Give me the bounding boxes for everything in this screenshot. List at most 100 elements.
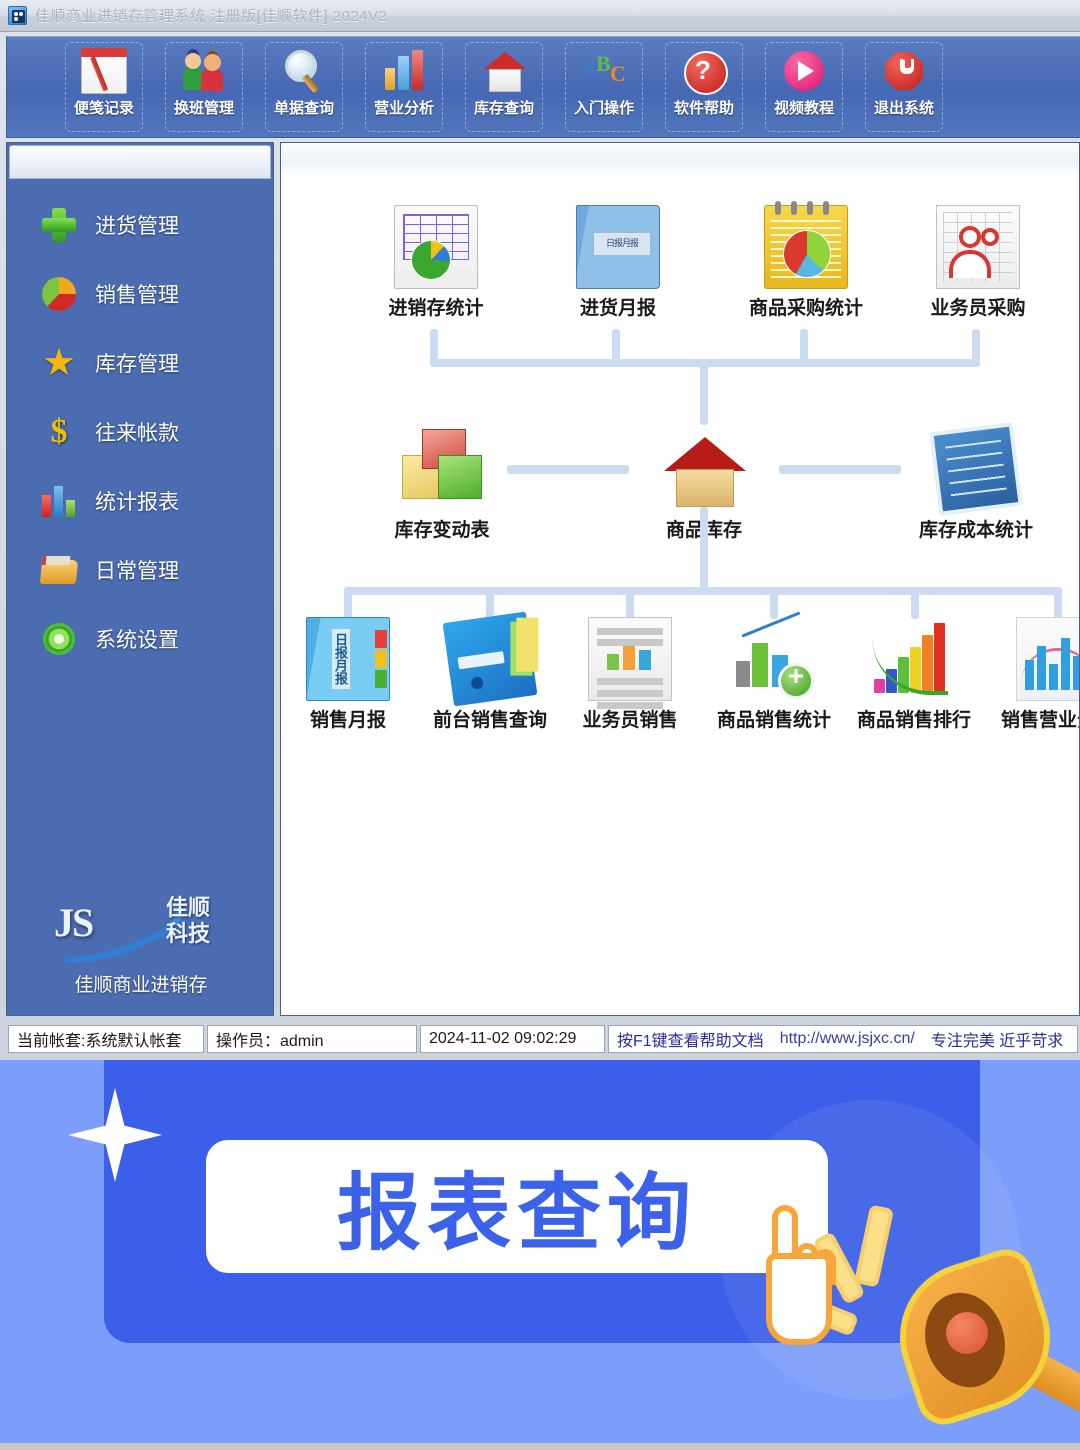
node-goods-purchase-stat[interactable]: 商品采购统计 bbox=[731, 201, 881, 320]
megaphone-icon bbox=[880, 1242, 1080, 1450]
node-label: 商品销售排行 bbox=[856, 710, 971, 731]
connector-bus bbox=[344, 587, 1062, 595]
content-panel: 进销存统计 进货月报 商品采购统计 业务员采购 bbox=[280, 142, 1080, 1016]
play-circle-icon bbox=[781, 48, 827, 94]
connector bbox=[430, 329, 438, 363]
connector bbox=[507, 465, 629, 474]
sidebar-item-sales[interactable]: 销售管理 bbox=[41, 276, 273, 312]
notepad-pie-icon bbox=[764, 201, 848, 289]
node-label: 前台销售查询 bbox=[432, 710, 547, 731]
banner-headline: 报表查询 bbox=[336, 1166, 697, 1260]
status-account-set: 当前帐套:系统默认帐套 bbox=[8, 1025, 204, 1053]
node-stock-change[interactable]: 库存变动表 bbox=[367, 427, 517, 542]
status-help-url[interactable]: http://www.jsjxc.cn/ bbox=[780, 1030, 915, 1048]
node-goods-sales-stat[interactable]: 商品销售统计 bbox=[699, 611, 849, 732]
sidebar-item-purchase[interactable]: 进货管理 bbox=[41, 207, 273, 243]
toolbar-button-business-analysis[interactable]: 营业分析 bbox=[365, 42, 443, 132]
node-salesman-purchase[interactable]: 业务员采购 bbox=[903, 205, 1053, 320]
toolbar-button-label: 营业分析 bbox=[373, 100, 434, 117]
grid-pie-report-icon bbox=[394, 205, 478, 289]
connector bbox=[700, 359, 708, 425]
toolbar-button-label: 入门操作 bbox=[573, 100, 634, 117]
sidebar-item-label: 统计报表 bbox=[95, 491, 179, 514]
hand-cursor-icon bbox=[752, 1205, 856, 1355]
toolbar-button-label: 便笺记录 bbox=[73, 100, 134, 117]
connector bbox=[486, 587, 494, 619]
toolbar-button-label: 库存查询 bbox=[473, 100, 534, 117]
sidebar-item-reports[interactable]: 统计报表 bbox=[41, 483, 273, 519]
question-mark-icon bbox=[681, 48, 728, 95]
node-salesman-sales[interactable]: 业务员销售 bbox=[555, 617, 705, 732]
node-label: 销售营业分析 bbox=[1000, 710, 1079, 731]
node-stock-cost-stat[interactable]: 库存成本统计 bbox=[901, 422, 1051, 542]
sidebar-item-daily[interactable]: 日常管理 bbox=[41, 552, 273, 588]
main-toolbar: 便笺记录 换班管理 单据查询 营业分析 库存查询 ABC 入门操作 软件帮助 视 bbox=[6, 36, 1080, 138]
blue-book-icon bbox=[576, 205, 660, 289]
node-purchase-monthly[interactable]: 进货月报 bbox=[543, 205, 693, 320]
bar-chart-icon bbox=[381, 48, 427, 94]
toolbar-button-label: 视频教程 bbox=[773, 100, 834, 117]
sidebar-item-label: 日常管理 bbox=[95, 560, 179, 583]
sidebar: 进货管理 销售管理 ★ 库存管理 $ 往来帐款 统计报表 日常管理 系统设置 J… bbox=[6, 142, 274, 1016]
star-icon: ★ bbox=[41, 342, 77, 384]
status-help[interactable]: 按F1键查看帮助文档 http://www.jsjxc.cn/ 专注完美 近乎苛… bbox=[608, 1025, 1078, 1053]
node-sales-monthly[interactable]: 销售月报 bbox=[281, 617, 423, 732]
app-icon bbox=[8, 6, 27, 25]
toolbar-button-note[interactable]: 便笺记录 bbox=[65, 42, 143, 132]
node-sales-business-analysis[interactable]: 销售营业分析 bbox=[983, 617, 1079, 732]
logo-initials: JS bbox=[54, 900, 94, 945]
status-bar: 当前帐套:系统默认帐套 操作员：admin 2024-11-02 09:02:2… bbox=[6, 1022, 1080, 1056]
sidebar-item-inventory[interactable]: ★ 库存管理 bbox=[41, 342, 273, 384]
sidebar-item-label: 库存管理 bbox=[95, 353, 179, 376]
toolbar-button-video[interactable]: 视频教程 bbox=[765, 42, 843, 132]
sidebar-item-label: 进货管理 bbox=[95, 215, 179, 238]
toolbar-button-stock-query[interactable]: 库存查询 bbox=[465, 42, 543, 132]
status-help-hint: 按F1键查看帮助文档 bbox=[617, 1033, 764, 1050]
node-label: 进销存统计 bbox=[388, 298, 484, 319]
connector bbox=[344, 587, 352, 619]
sidebar-header-strip bbox=[9, 145, 271, 179]
node-label: 销售月报 bbox=[309, 710, 386, 731]
success-bars-icon bbox=[872, 617, 956, 701]
chart-plus-icon bbox=[732, 611, 816, 701]
workflow-map: 进销存统计 进货月报 商品采购统计 业务员采购 bbox=[281, 177, 1079, 1015]
sidebar-menu: 进货管理 销售管理 ★ 库存管理 $ 往来帐款 统计报表 日常管理 系统设置 bbox=[7, 179, 273, 657]
folder-icon bbox=[41, 552, 77, 588]
banner-headline-pill: 报表查询 bbox=[206, 1140, 828, 1273]
node-label: 商品销售统计 bbox=[716, 710, 831, 731]
toolbar-button-getting-started[interactable]: ABC 入门操作 bbox=[565, 42, 643, 132]
boxes-icon bbox=[400, 427, 484, 511]
toolbar-button-help[interactable]: 软件帮助 bbox=[665, 42, 743, 132]
power-off-icon bbox=[881, 48, 927, 94]
sales-binder-icon bbox=[306, 617, 390, 701]
blue-folder-icon bbox=[442, 611, 539, 707]
connector bbox=[700, 507, 708, 593]
bar-chart-icon bbox=[41, 483, 77, 519]
sidebar-item-accounts[interactable]: $ 往来帐款 bbox=[41, 414, 273, 450]
report-docs-icon bbox=[588, 617, 672, 701]
sidebar-item-label: 往来帐款 bbox=[95, 422, 179, 445]
gear-icon bbox=[41, 621, 77, 657]
toolbar-button-doc-query[interactable]: 单据查询 bbox=[265, 42, 343, 132]
green-plus-icon bbox=[41, 207, 77, 243]
house-icon bbox=[481, 48, 527, 94]
connector bbox=[612, 329, 620, 363]
node-label: 库存变动表 bbox=[394, 520, 490, 541]
sidebar-item-settings[interactable]: 系统设置 bbox=[41, 621, 273, 657]
notepad-pencil-icon bbox=[81, 48, 127, 94]
application-window: 佳顺商业进销存管理系统 注册版[佳顺软件] 2024V2 便笺记录 换班管理 单… bbox=[0, 0, 1080, 1060]
content-header-strip bbox=[281, 143, 1079, 177]
logo-caption: 佳顺商业进销存 bbox=[74, 975, 208, 996]
node-front-sales-query[interactable]: 前台销售查询 bbox=[415, 611, 565, 732]
connector bbox=[626, 587, 634, 619]
connector bbox=[800, 329, 808, 363]
brand-logo: JS 佳顺 科技 佳顺商业进销存 bbox=[7, 888, 275, 997]
toolbar-button-exit[interactable]: 退出系统 bbox=[865, 42, 943, 132]
toolbar-button-label: 软件帮助 bbox=[673, 100, 734, 117]
toolbar-button-shift[interactable]: 换班管理 bbox=[165, 42, 243, 132]
node-jxc-stat[interactable]: 进销存统计 bbox=[361, 205, 511, 320]
logo-brand-cn: 佳顺 科技 bbox=[166, 895, 211, 946]
connector bbox=[911, 587, 919, 619]
node-goods-sales-rank[interactable]: 商品销售排行 bbox=[839, 617, 989, 732]
node-label: 业务员销售 bbox=[582, 710, 678, 731]
